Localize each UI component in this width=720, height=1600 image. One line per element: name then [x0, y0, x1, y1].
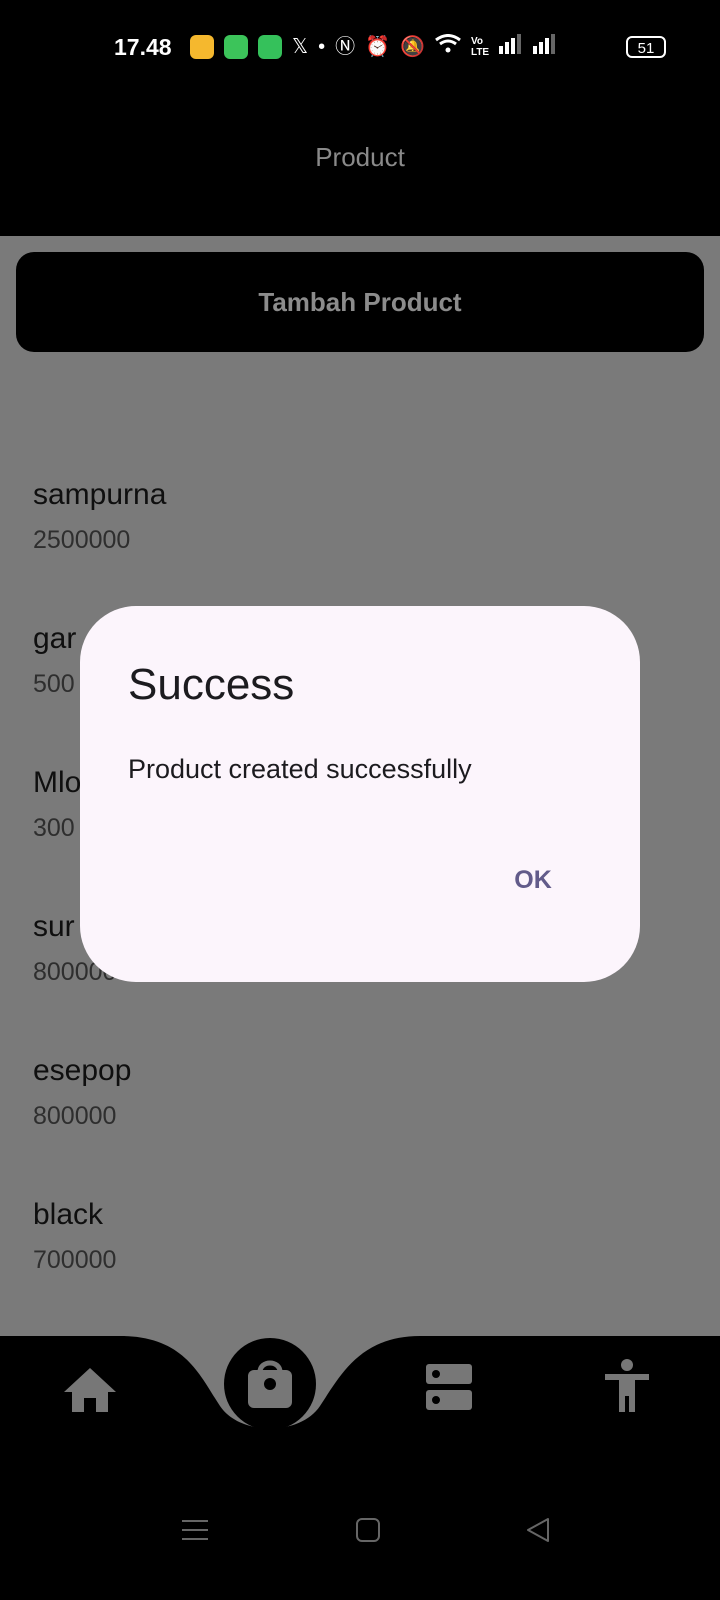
ok-button[interactable]: OK — [488, 852, 578, 908]
success-dialog: Success Product created successfully OK — [80, 606, 640, 982]
dialog-title: Success — [128, 660, 295, 709]
dialog-message: Product created successfully — [128, 754, 472, 784]
